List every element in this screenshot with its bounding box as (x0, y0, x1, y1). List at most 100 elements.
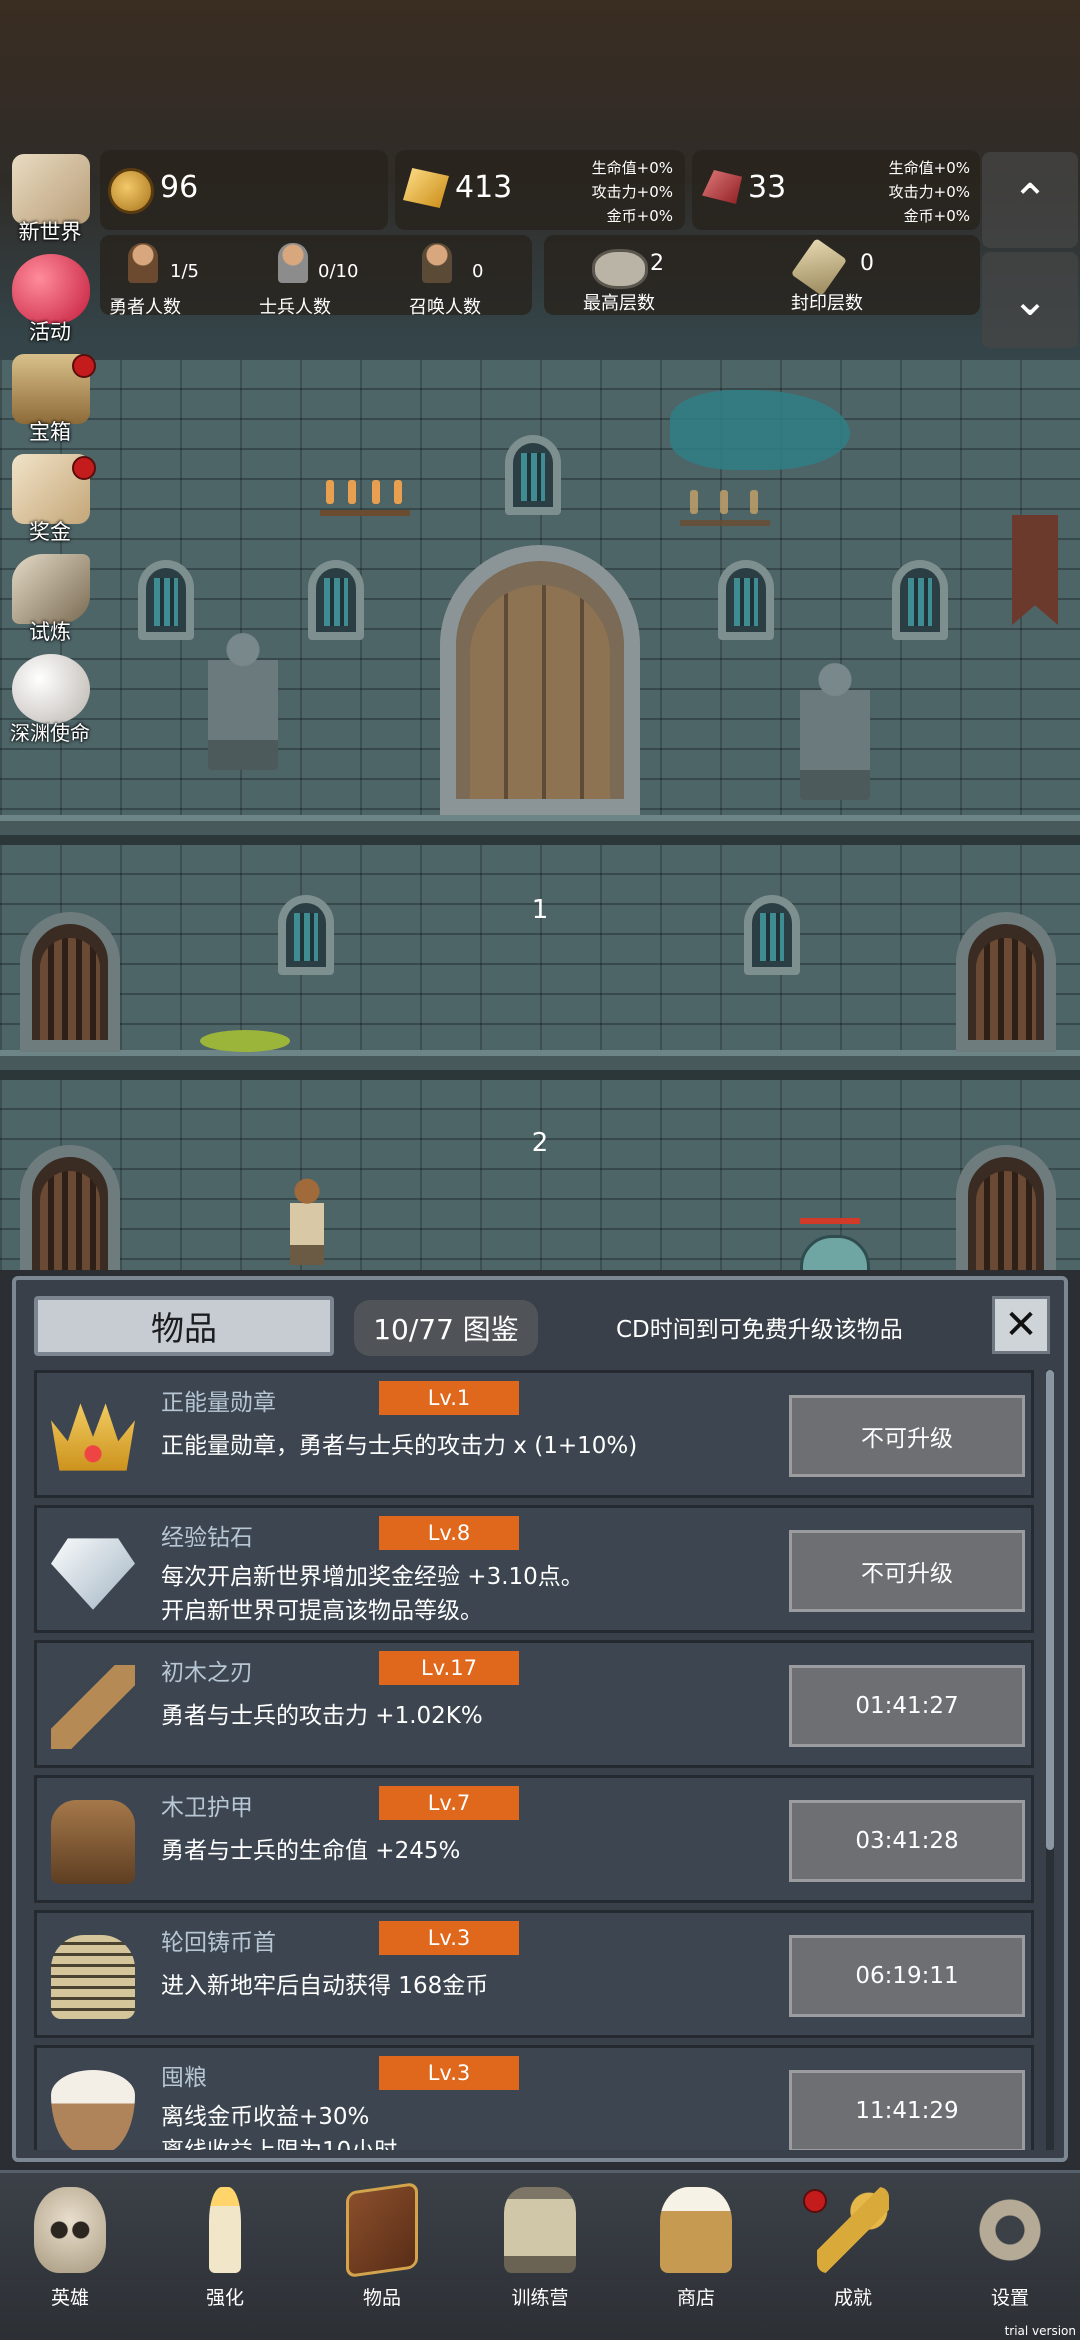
gold-bar-panel: 413 生命值+0% 攻击力+0% 金币+0% (395, 150, 685, 230)
chandelier-icon (320, 470, 410, 516)
knight-statue (800, 660, 870, 800)
book-icon (346, 2181, 418, 2279)
nav-enhance[interactable]: 强化 (165, 2187, 285, 2327)
item-row: 经验钻石 Lv.8 每次开启新世界增加奖金经验 +3.10点。 开启新世界可提高… (34, 1505, 1034, 1633)
nav-label: 设置 (990, 2287, 1029, 2309)
castle-window (892, 560, 948, 640)
nav-shop[interactable]: 商店 (636, 2187, 756, 2327)
feather-icon (12, 554, 90, 624)
side-menu-label: 试炼 (29, 620, 71, 644)
gem-count: 33 (748, 170, 787, 205)
scroll-up-button[interactable]: ⌃ (982, 152, 1078, 248)
gem-bonus: 生命值+0% 攻击力+0% 金币+0% (860, 156, 970, 228)
floor-stats-panel: 2 最高层数 0 封印层数 (544, 235, 980, 315)
nav-label: 英雄 (50, 2287, 89, 2309)
scroll-down-button[interactable]: ⌄ (982, 252, 1078, 348)
gold-bar-count: 413 (455, 170, 513, 205)
highest-floor-count: 2 (650, 251, 664, 276)
diamond-icon (51, 1538, 135, 1610)
gold-coin-count: 96 (160, 170, 199, 205)
list-scrollbar[interactable] (1046, 1370, 1054, 2150)
item-name: 木卫护甲 (161, 1795, 253, 1821)
gold-bar-bonus: 生命值+0% 攻击力+0% 金币+0% (563, 156, 673, 228)
item-name: 初木之刃 (161, 1660, 253, 1686)
trial-version-label: trial version (1004, 2324, 1076, 2338)
bottom-nav: 英雄 强化 物品 训练营 商店 成就 设置 trial version (0, 2170, 1080, 2340)
item-row: 轮回铸币首 Lv.3 进入新地牢后自动获得 168金币 06:19:11 (34, 1910, 1034, 2038)
castle-window (744, 895, 800, 975)
side-menu-abyss-mission[interactable]: 深渊使命 (4, 650, 96, 745)
dungeon-main-door (440, 545, 640, 815)
atk-bonus-text: 攻击力+0% (591, 183, 673, 201)
chevron-down-icon: ⌄ (1011, 274, 1049, 326)
collection-button[interactable]: 10/77 图鉴 (354, 1300, 538, 1356)
side-menu-event[interactable]: 活动 (4, 250, 96, 344)
upgrade-button[interactable]: 不可升级 (789, 1530, 1025, 1612)
item-name: 轮回铸币首 (161, 1930, 276, 1956)
gold-bar-icon (403, 168, 449, 208)
hero-character[interactable] (290, 1175, 324, 1265)
floor-number-2: 2 (531, 1128, 549, 1158)
nav-training-camp[interactable]: 训练营 (480, 2187, 600, 2327)
castle-window (138, 560, 194, 640)
close-button[interactable]: ✕ (992, 1296, 1050, 1354)
item-level-badge: Lv.1 (379, 1381, 519, 1415)
nav-heroes[interactable]: 英雄 (10, 2187, 130, 2327)
chevron-up-icon: ⌃ (1011, 174, 1049, 226)
nav-items[interactable]: 物品 (322, 2181, 442, 2327)
castle-window (718, 560, 774, 640)
side-menu-new-world[interactable]: 新世界 (4, 150, 96, 244)
scrollbar-thumb[interactable] (1046, 1370, 1054, 1850)
gold-coin-icon (108, 168, 154, 214)
hp-bonus-text: 生命值+0% (591, 159, 673, 177)
item-level-badge: Lv.8 (379, 1516, 519, 1550)
skull-icon (34, 2187, 106, 2273)
item-row: 初木之刃 Lv.17 勇者与士兵的攻击力 +1.02K% 01:41:27 (34, 1640, 1034, 1768)
item-name: 正能量勋章 (161, 1390, 276, 1416)
summon-avatar-icon (422, 243, 452, 283)
unit-count-panel: 1/5 勇者人数 0/10 士兵人数 0 召唤人数 (100, 235, 532, 318)
nav-label: 商店 (676, 2287, 715, 2309)
summon-count-label: 召唤人数 (409, 297, 481, 318)
item-description: 正能量勋章，勇者与士兵的攻击力 x (1+10%) (161, 1433, 638, 1459)
side-menu-trial[interactable]: 试炼 (4, 550, 96, 644)
nav-achievements[interactable]: 成就 (793, 2187, 913, 2327)
upgrade-timer-button[interactable]: 11:41:29 (789, 2070, 1025, 2150)
nav-label: 训练营 (511, 2287, 569, 2309)
nav-settings[interactable]: 设置 (950, 2187, 1070, 2327)
item-row: 木卫护甲 Lv.7 勇者与士兵的生命值 +245% 03:41:28 (34, 1775, 1034, 1903)
barred-door (20, 1145, 120, 1270)
castle-window (505, 435, 561, 515)
side-menu-label: 奖金 (29, 520, 71, 544)
floor-number-1: 1 (531, 895, 549, 925)
upgrade-timer-button[interactable]: 01:41:27 (789, 1665, 1025, 1747)
nav-label: 成就 (833, 2287, 872, 2309)
side-menu-chest[interactable]: 宝箱 (4, 350, 96, 444)
scroll-icon (790, 238, 848, 296)
item-name: 经验钻石 (161, 1525, 253, 1551)
upgrade-hint: CD时间到可免费升级该物品 (616, 1317, 903, 1343)
floor-ledge (0, 815, 1080, 845)
notification-dot (803, 2189, 827, 2213)
map-icon (12, 154, 90, 224)
castle-window (278, 895, 334, 975)
notification-dot (72, 456, 96, 480)
item-description: 进入新地牢后自动获得 168金币 (161, 1973, 489, 1999)
soldier-avatar-icon (278, 243, 308, 283)
wooden-armor-icon (51, 1800, 135, 1884)
notification-dot (72, 354, 96, 378)
item-row: 囤粮 Lv.3 离线金币收益+30% 离线收益上限为10小时 11:41:29 (34, 2045, 1034, 2150)
wooden-sword-icon (51, 1665, 135, 1749)
slime-puddle (200, 1030, 290, 1052)
upgrade-timer-button[interactable]: 03:41:28 (789, 1800, 1025, 1882)
item-list[interactable]: 正能量勋章 Lv.1 正能量勋章，勇者与士兵的攻击力 x (1+10%) 不可升… (34, 1370, 1044, 2150)
upgrade-timer-button[interactable]: 06:19:11 (789, 1935, 1025, 2017)
upgrade-button[interactable]: 不可升级 (789, 1395, 1025, 1477)
barred-door (956, 1145, 1056, 1270)
chandelier-icon (680, 480, 770, 526)
gold-bonus-text: 金币+0% (606, 207, 673, 225)
floor-ledge (0, 1050, 1080, 1080)
side-menu-bonus[interactable]: 奖金 (4, 450, 96, 544)
tab-items[interactable]: 物品 (34, 1296, 334, 1356)
red-gem-icon (702, 170, 742, 204)
